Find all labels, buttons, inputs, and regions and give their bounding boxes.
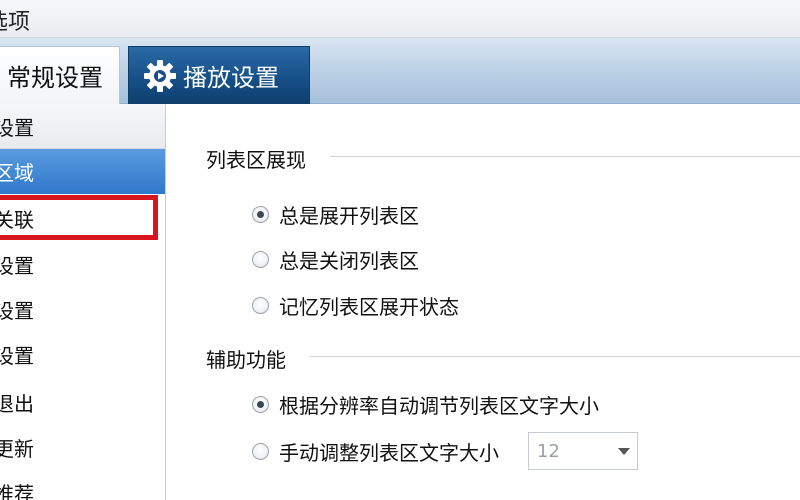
- option-label: 总是展开列表区: [279, 203, 419, 228]
- sidebar-item-label: 推荐: [0, 482, 34, 500]
- sidebar-item-settings[interactable]: 设置: [0, 104, 165, 149]
- tab-label: 播放设置: [183, 64, 279, 92]
- radio-remember-state[interactable]: 记忆列表区展开状态: [252, 290, 459, 320]
- sidebar-item-label: 关联: [0, 208, 34, 232]
- radio-button[interactable]: [252, 296, 269, 314]
- group-title-assist: 辅助功能: [206, 348, 286, 372]
- sidebar-item-settings-2[interactable]: 设置: [0, 242, 165, 287]
- radio-always-expand[interactable]: 总是展开列表区: [252, 199, 419, 229]
- settings-panel: 列表区展现 总是展开列表区 总是关闭列表区 记忆列表区展开状态 辅助功能 根据分…: [166, 104, 800, 500]
- chevron-down-icon[interactable]: [611, 433, 637, 469]
- radio-button[interactable]: [252, 205, 269, 223]
- option-label: 手动调整列表区文字大小: [279, 440, 499, 465]
- radio-always-collapse[interactable]: 总是关闭列表区: [252, 244, 419, 274]
- sidebar-item-settings-3[interactable]: 设置: [0, 287, 165, 332]
- option-label: 总是关闭列表区: [279, 248, 419, 273]
- radio-button[interactable]: [252, 395, 269, 413]
- option-label: 记忆列表区展开状态: [279, 294, 459, 319]
- option-label: 根据分辨率自动调节列表区文字大小: [279, 393, 599, 418]
- tab-strip: 常规设置 播放设置: [0, 38, 800, 104]
- font-size-value: 12: [537, 440, 560, 462]
- gear-icon: [143, 59, 177, 93]
- radio-button[interactable]: [252, 442, 269, 460]
- radio-manual-font-size[interactable]: 手动调整列表区文字大小: [252, 436, 499, 466]
- sidebar-item-label: 设置: [0, 299, 34, 323]
- sidebar-item-update[interactable]: 更新: [0, 425, 165, 470]
- sidebar-item-recommend[interactable]: 推荐: [0, 470, 165, 500]
- group-divider: [310, 356, 800, 357]
- window-title: 选项: [0, 10, 31, 35]
- sidebar-item-label: 退出: [0, 392, 34, 416]
- radio-auto-font-size[interactable]: 根据分辨率自动调节列表区文字大小: [252, 389, 599, 419]
- sidebar-item-region[interactable]: 区域: [0, 149, 165, 194]
- window-titlebar: 选项: [0, 0, 800, 38]
- font-size-select[interactable]: 12: [528, 432, 638, 470]
- sidebar-item-label: 更新: [0, 437, 34, 461]
- group-title-list-display: 列表区展现: [206, 148, 306, 172]
- sidebar-item-label: 设置: [0, 254, 34, 278]
- sidebar-item-label: 设置: [0, 344, 34, 368]
- group-divider: [330, 156, 800, 157]
- radio-button[interactable]: [252, 250, 269, 268]
- tab-general-settings[interactable]: 常规设置: [0, 46, 120, 104]
- sidebar-item-label: 区域: [0, 161, 34, 185]
- sidebar-item-exit[interactable]: 退出: [0, 380, 165, 425]
- sidebar-item-settings-4[interactable]: 设置: [0, 332, 165, 377]
- sidebar-nav: 设置 区域 关联 设置 设置 设置 退出 更新 推荐: [0, 104, 166, 500]
- tab-playback-settings[interactable]: 播放设置: [128, 46, 310, 104]
- tab-label: 常规设置: [7, 64, 103, 92]
- sidebar-item-association[interactable]: 关联: [0, 196, 165, 241]
- sidebar-item-label: 设置: [0, 115, 34, 140]
